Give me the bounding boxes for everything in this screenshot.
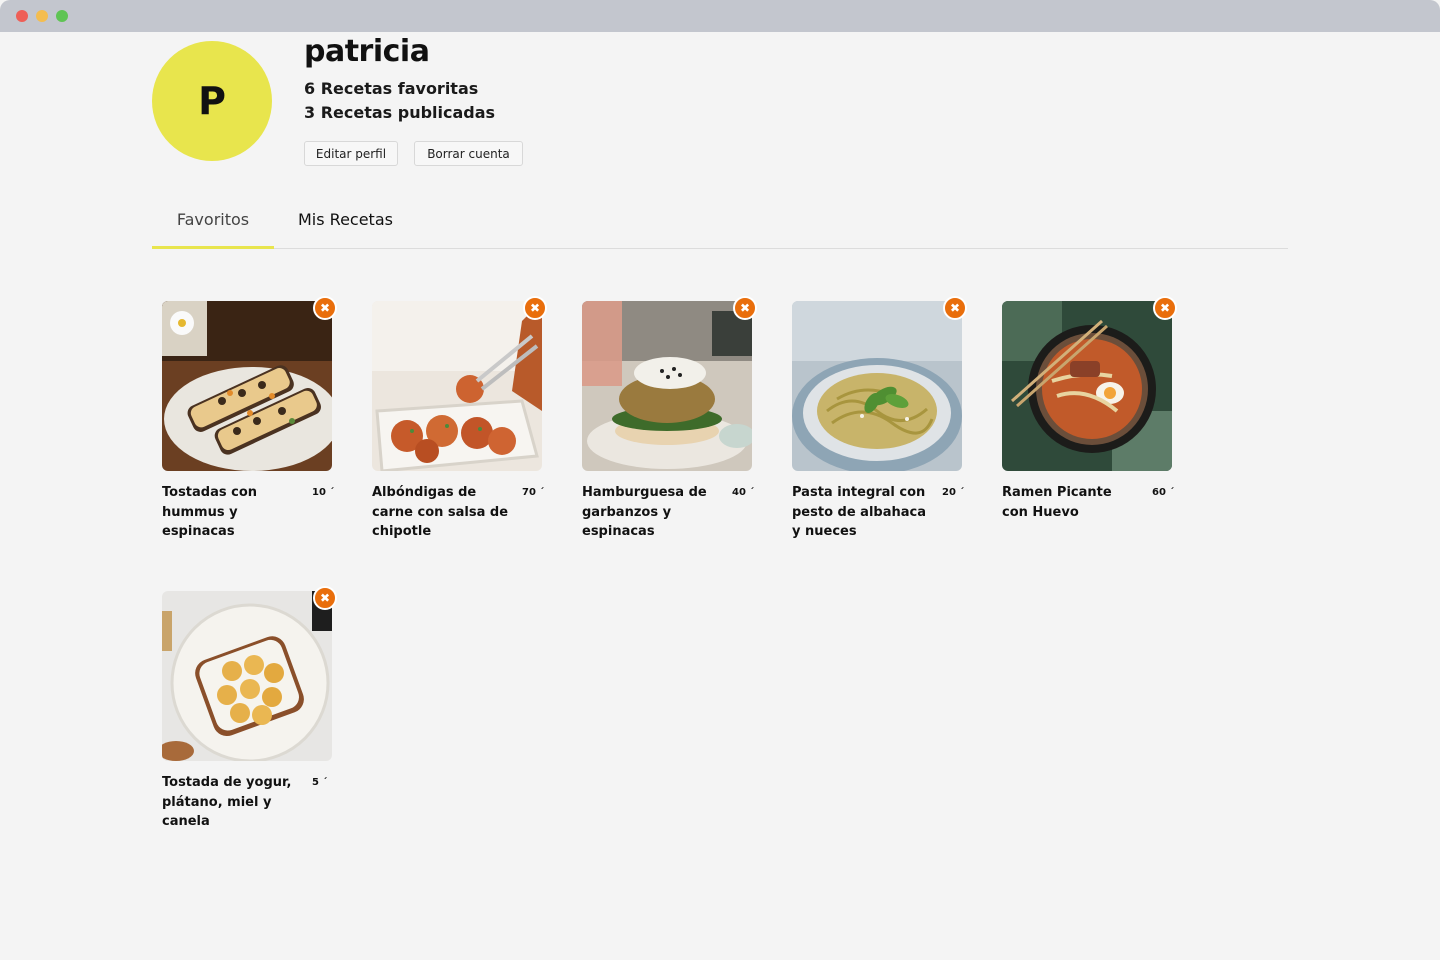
recipe-title[interactable]: Tostadas con hummus y espinacas bbox=[162, 483, 300, 542]
recipe-time: 40 ´ bbox=[732, 487, 755, 498]
tab-favoritos[interactable]: Favoritos bbox=[152, 210, 274, 229]
favorites-count: 6 Recetas favoritas bbox=[304, 79, 479, 98]
remove-favorite-button[interactable]: ✖ bbox=[733, 296, 757, 320]
close-icon: ✖ bbox=[739, 301, 751, 315]
recipe-image[interactable] bbox=[372, 301, 542, 471]
recipe-image[interactable] bbox=[162, 301, 332, 471]
recipe-time: 5 ´ bbox=[312, 777, 328, 788]
window-titlebar bbox=[0, 0, 1440, 32]
avatar-initial: P bbox=[198, 79, 226, 123]
published-count: 3 Recetas publicadas bbox=[304, 103, 496, 122]
recipe-image[interactable] bbox=[1002, 301, 1172, 471]
active-tab-indicator bbox=[152, 246, 274, 249]
recipe-time: 20 ´ bbox=[942, 487, 965, 498]
recipe-title[interactable]: Albóndigas de carne con salsa de chipotl… bbox=[372, 483, 510, 542]
recipe-title[interactable]: Tostada de yogur, plátano, miel y canela bbox=[162, 773, 300, 832]
avatar: P bbox=[152, 41, 272, 161]
close-icon: ✖ bbox=[319, 301, 331, 315]
recipe-title[interactable]: Ramen Picante con Huevo bbox=[1002, 483, 1140, 522]
close-icon: ✖ bbox=[1159, 301, 1171, 315]
maximize-window-button[interactable] bbox=[56, 10, 68, 22]
recipe-image[interactable] bbox=[582, 301, 752, 471]
tab-mis-recetas[interactable]: Mis Recetas bbox=[298, 210, 393, 229]
close-icon: ✖ bbox=[319, 591, 331, 605]
recipe-title[interactable]: Hamburguesa de garbanzos y espinacas bbox=[582, 483, 720, 542]
close-window-button[interactable] bbox=[16, 10, 28, 22]
recipe-time: 70 ´ bbox=[522, 487, 545, 498]
edit-profile-button[interactable]: Editar perfil bbox=[304, 141, 398, 166]
delete-account-button[interactable]: Borrar cuenta bbox=[414, 141, 523, 166]
minimize-window-button[interactable] bbox=[36, 10, 48, 22]
tabs-divider bbox=[152, 248, 1288, 249]
profile-username: patricia bbox=[304, 34, 430, 69]
remove-favorite-button[interactable]: ✖ bbox=[1153, 296, 1177, 320]
recipe-time: 60 ´ bbox=[1152, 487, 1175, 498]
recipe-title[interactable]: Pasta integral con pesto de albahaca y n… bbox=[792, 483, 930, 542]
remove-favorite-button[interactable]: ✖ bbox=[313, 586, 337, 610]
recipe-time: 10 ´ bbox=[312, 487, 335, 498]
close-icon: ✖ bbox=[949, 301, 961, 315]
remove-favorite-button[interactable]: ✖ bbox=[943, 296, 967, 320]
recipe-image[interactable] bbox=[162, 591, 332, 761]
remove-favorite-button[interactable]: ✖ bbox=[313, 296, 337, 320]
close-icon: ✖ bbox=[529, 301, 541, 315]
recipe-image[interactable] bbox=[792, 301, 962, 471]
remove-favorite-button[interactable]: ✖ bbox=[523, 296, 547, 320]
